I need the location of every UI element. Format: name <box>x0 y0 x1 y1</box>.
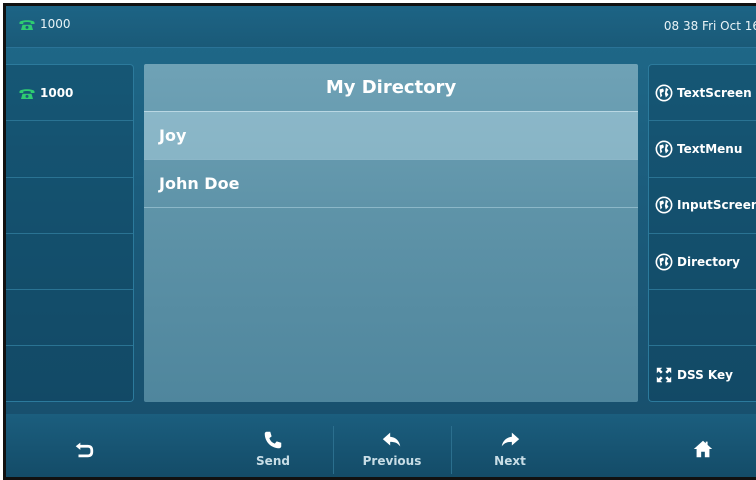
back-button[interactable] <box>25 414 143 477</box>
globe-icon <box>655 253 673 270</box>
dss-keys-panel: TextScreen TextMenu InputScreen Director… <box>648 64 756 402</box>
status-line-indicator: 1000 <box>18 17 71 31</box>
dss-key-textmenu[interactable]: TextMenu <box>649 121 756 178</box>
phone-handset-icon <box>264 431 282 449</box>
dss-key-empty[interactable] <box>649 290 756 347</box>
globe-icon <box>655 84 673 102</box>
dss-key-more[interactable]: DSS Key <box>649 346 756 402</box>
globe-icon <box>655 196 673 214</box>
globe-icon <box>655 140 673 158</box>
status-bar: 1000 08 38 Fri Oct 16 <box>6 6 756 48</box>
directory-entry[interactable]: John Doe <box>144 160 638 208</box>
line-key-1[interactable]: 1000 <box>6 65 133 122</box>
dss-key-label: TextScreen <box>677 85 752 100</box>
line-key-4[interactable] <box>6 234 133 291</box>
dss-key-directory[interactable]: Directory <box>649 234 756 291</box>
phone-icon <box>19 88 35 99</box>
next-label: Next <box>494 454 526 468</box>
line-key-6[interactable] <box>6 346 133 402</box>
status-line-label: 1000 <box>40 17 71 31</box>
next-arrow-icon <box>501 432 520 447</box>
page-title: My Directory <box>144 64 638 112</box>
dss-key-label: InputScreen <box>677 198 756 213</box>
line-key-3[interactable] <box>6 178 133 234</box>
line-keys-panel: 1000 <box>6 64 134 402</box>
softkey-bar: Send Previous Next <box>6 414 756 477</box>
previous-label: Previous <box>362 454 422 468</box>
next-button[interactable]: Next <box>451 414 569 477</box>
send-button[interactable]: Send <box>214 414 332 477</box>
directory-panel: My Directory Joy John Doe <box>144 64 638 402</box>
previous-arrow-icon <box>382 432 401 447</box>
home-icon <box>693 440 713 457</box>
dss-key-label: TextMenu <box>677 141 743 156</box>
phone-screen: 1000 08 38 Fri Oct 16 1000 My Directory … <box>3 3 756 480</box>
send-label: Send <box>256 454 290 468</box>
back-icon <box>75 442 94 457</box>
expand-icon <box>656 367 672 382</box>
phone-icon <box>19 20 35 30</box>
directory-entry[interactable]: Joy <box>144 112 638 160</box>
dss-key-inputscreen[interactable]: InputScreen <box>649 178 756 234</box>
line-key-label: 1000 <box>40 85 74 100</box>
status-datetime: 08 38 Fri Oct 16 <box>663 19 756 33</box>
line-key-2[interactable] <box>6 121 133 178</box>
home-button[interactable] <box>644 414 756 477</box>
dss-key-label: DSS Key <box>677 367 733 382</box>
line-key-5[interactable] <box>6 290 133 347</box>
dss-key-textscreen[interactable]: TextScreen <box>649 65 756 122</box>
dss-key-label: Directory <box>677 254 740 269</box>
previous-button[interactable]: Previous <box>333 414 451 477</box>
